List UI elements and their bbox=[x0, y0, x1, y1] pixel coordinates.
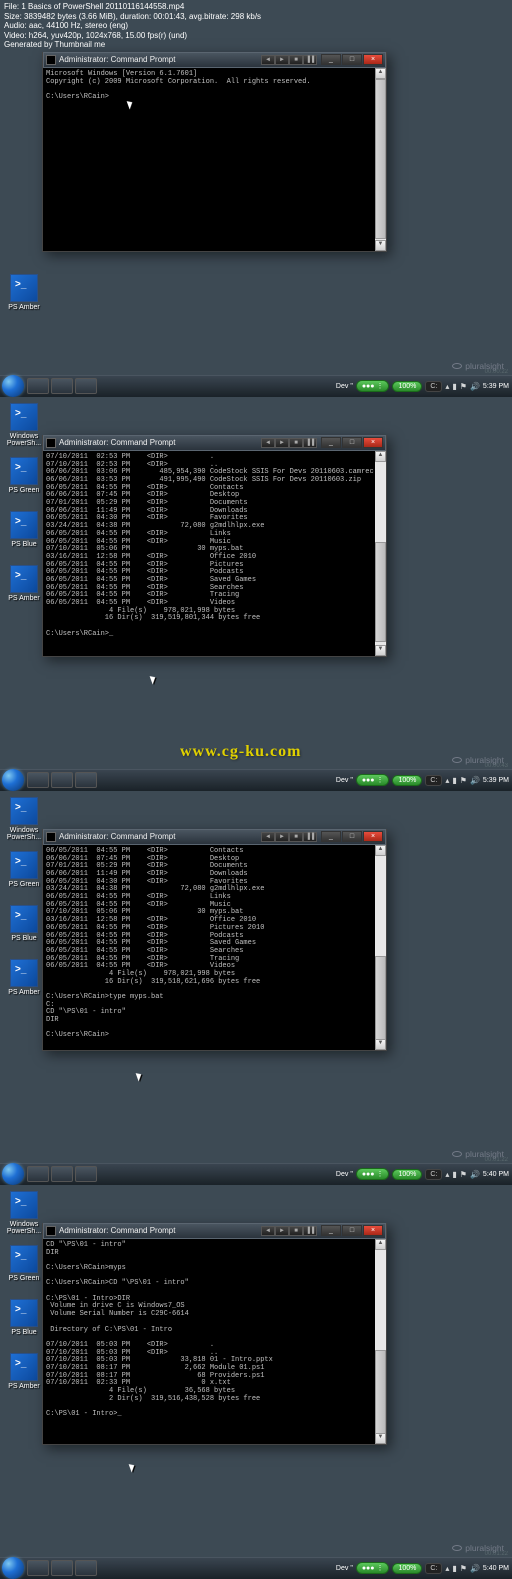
desktop-icon[interactable]: PS Amber bbox=[5, 274, 43, 311]
cmd-output: 06/05/2011 04:55 PM <DIR> Contacts 06/06… bbox=[43, 845, 386, 1043]
titlebar[interactable]: Administrator: Command Prompt ◄►■▐▐ _ □ … bbox=[43, 435, 386, 451]
cmd-icon bbox=[46, 55, 56, 65]
cursor-icon bbox=[129, 1462, 137, 1472]
maximize-button[interactable]: □ bbox=[342, 437, 362, 448]
window-title: Administrator: Command Prompt bbox=[59, 438, 261, 447]
maximize-button[interactable]: □ bbox=[342, 54, 362, 65]
taskbar[interactable]: Dev " ●●● ⋮ 100% C: ▴▮⚑🔊 5:40 PM bbox=[0, 1163, 512, 1185]
status-pill[interactable]: ●●● ⋮ bbox=[356, 380, 390, 392]
close-button[interactable]: × bbox=[363, 1225, 383, 1236]
maximize-button[interactable]: □ bbox=[342, 1225, 362, 1236]
taskbar-item[interactable] bbox=[51, 378, 73, 394]
window-title: Administrator: Command Prompt bbox=[59, 832, 261, 841]
clock[interactable]: 5:39 PM bbox=[483, 383, 509, 390]
start-button[interactable] bbox=[2, 769, 24, 791]
cmd-output: Microsoft Windows [Version 6.1.7601] Cop… bbox=[43, 68, 386, 105]
desktop-icon[interactable]: PS Blue bbox=[5, 905, 43, 942]
cursor-icon bbox=[150, 674, 158, 684]
desktop-icon[interactable]: PS Blue bbox=[5, 1299, 43, 1336]
close-button[interactable]: × bbox=[363, 831, 383, 842]
window-title: Administrator: Command Prompt bbox=[59, 55, 261, 64]
file-header: File: 1 Basics of PowerShell 20110116144… bbox=[0, 0, 512, 52]
watermark: www.cg-ku.com bbox=[180, 743, 301, 761]
scrollbar[interactable]: ▲▼ bbox=[375, 68, 386, 251]
taskbar[interactable]: Dev " ●●● ⋮ 100% C: ▴▮⚑🔊 5:39 PM bbox=[0, 375, 512, 397]
system-tray[interactable]: ▴▮⚑🔊 bbox=[445, 382, 480, 391]
cmd-icon bbox=[46, 832, 56, 842]
taskbar-item[interactable] bbox=[27, 378, 49, 394]
desktop-icon[interactable]: PS Amber bbox=[5, 1353, 43, 1390]
pct-pill[interactable]: 100% bbox=[392, 381, 422, 392]
scrollbar[interactable]: ▲▼ bbox=[375, 845, 386, 1050]
desktop-icon[interactable]: PS Blue bbox=[5, 511, 43, 548]
minimize-button[interactable]: _ bbox=[321, 437, 341, 448]
close-button[interactable]: × bbox=[363, 54, 383, 65]
desktop-icon[interactable]: Windows PowerSh... bbox=[5, 1191, 43, 1235]
cmd-icon bbox=[46, 1226, 56, 1236]
scrollbar[interactable]: ▲▼ bbox=[375, 451, 386, 656]
start-button[interactable] bbox=[2, 1163, 24, 1185]
titlebar[interactable]: Administrator: Command Prompt ◄►■▐▐ _ □ … bbox=[43, 52, 386, 68]
taskbar-item[interactable] bbox=[75, 378, 97, 394]
desktop-icon[interactable]: PS Amber bbox=[5, 959, 43, 996]
start-button[interactable] bbox=[2, 375, 24, 397]
cmd-window[interactable]: Administrator: Command Prompt ◄►■▐▐ _ □ … bbox=[42, 435, 387, 657]
close-button[interactable]: × bbox=[363, 437, 383, 448]
cmd-window[interactable]: Administrator: Command Prompt ◄►■▐▐ _ □ … bbox=[42, 52, 387, 252]
titlebar[interactable]: Administrator: Command Prompt ◄►■▐▐ _ □ … bbox=[43, 1223, 386, 1239]
desktop-icon[interactable]: PS Green bbox=[5, 1245, 43, 1282]
cmd-output: CD "\PS\01 - intro" DIR C:\Users\RCain>m… bbox=[43, 1239, 386, 1422]
clock[interactable]: 5:40 PM bbox=[483, 1171, 509, 1178]
minimize-button[interactable]: _ bbox=[321, 54, 341, 65]
scrollbar[interactable]: ▲▼ bbox=[375, 1239, 386, 1444]
cmd-window[interactable]: Administrator: Command Prompt ◄►■▐▐ _ □ … bbox=[42, 1223, 387, 1445]
window-title: Administrator: Command Prompt bbox=[59, 1226, 261, 1235]
clock[interactable]: 5:40 PM bbox=[483, 1565, 509, 1572]
clock[interactable]: 5:39 PM bbox=[483, 777, 509, 784]
cmd-output: 07/10/2011 02:53 PM <DIR> . 07/10/2011 0… bbox=[43, 451, 386, 642]
taskbar[interactable]: Dev " ●●● ⋮ 100% C: ▴▮⚑🔊 5:39 PM bbox=[0, 769, 512, 791]
titlebar[interactable]: Administrator: Command Prompt ◄►■▐▐ _ □ … bbox=[43, 829, 386, 845]
cursor-icon bbox=[136, 1071, 144, 1081]
desktop-icon[interactable]: Windows PowerSh... bbox=[5, 403, 43, 447]
minimize-button[interactable]: _ bbox=[321, 831, 341, 842]
cmd-icon bbox=[46, 438, 56, 448]
desktop-icon[interactable]: PS Green bbox=[5, 851, 43, 888]
desktop-icon[interactable]: PS Green bbox=[5, 457, 43, 494]
minimize-button[interactable]: _ bbox=[321, 1225, 341, 1236]
maximize-button[interactable]: □ bbox=[342, 831, 362, 842]
desktop-icon[interactable]: PS Amber bbox=[5, 565, 43, 602]
desktop-icon[interactable]: Windows PowerSh... bbox=[5, 797, 43, 841]
cmd-window[interactable]: Administrator: Command Prompt ◄►■▐▐ _ □ … bbox=[42, 829, 387, 1051]
